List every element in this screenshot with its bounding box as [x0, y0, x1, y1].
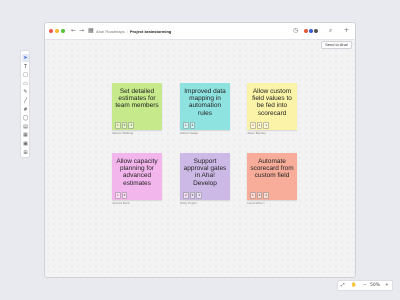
close-window-button[interactable] [49, 29, 53, 33]
sticky-note[interactable]: Improved data mapping in automation rule… [180, 83, 230, 130]
vote-badges: 13 [115, 192, 128, 199]
vote-count-badge[interactable]: 3 [189, 192, 196, 199]
breadcrumb-parent[interactable]: Aha! Roadmaps [96, 29, 125, 34]
sticky-note-icon[interactable]: ▭ [22, 80, 29, 88]
note-author: Gilbert Nwaje [180, 131, 199, 135]
sticky-note-text: Set detailed estimates for team members [115, 88, 159, 110]
table-icon[interactable]: ▤ [22, 123, 29, 131]
zoom-controls: ⤢ ✋ − 50% + [337, 280, 393, 291]
vote-badges: 131 [250, 192, 270, 199]
note-author: Jason Bentley [247, 131, 266, 135]
arrow-pointer-icon[interactable]: ➤ [22, 54, 29, 62]
vote-badges: 131 [115, 122, 135, 129]
back-arrow-icon[interactable]: ← [71, 26, 76, 36]
sticky-note-text: Improved data mapping in automation rule… [184, 88, 226, 117]
sticky-note[interactable]: Set detailed estimates for team members 1… [112, 83, 162, 130]
zoom-in-button[interactable]: + [385, 283, 389, 289]
minimize-window-button[interactable] [55, 29, 59, 33]
search-icon[interactable]: ⌕ [329, 26, 332, 36]
forward-arrow-icon[interactable]: → [79, 26, 84, 36]
breadcrumb: Aha! Roadmaps / Project brainstorming [96, 29, 171, 34]
vote-count-badge[interactable]: 1 [115, 122, 121, 129]
zoom-out-button[interactable]: − [363, 283, 367, 289]
board-icon: ▦ [88, 27, 94, 34]
vote-count-badge[interactable]: 2 [250, 122, 256, 129]
vote-count-badge[interactable]: 4 [189, 122, 196, 129]
note-author: Nicky Knight [180, 201, 197, 205]
title-bar: ← → ▦ Aha! Roadmaps / Project brainstormin… [45, 23, 355, 40]
sticky-note-text: Automate scorecard from custom field [250, 158, 294, 180]
vote-badges: 211 [250, 122, 270, 129]
app-window: ← → ▦ Aha! Roadmaps / Project brainstormin… [44, 22, 356, 278]
sticky-note-text: Support approval gates in Aha! Develop [183, 158, 227, 187]
vote-badges: 231 [183, 192, 203, 199]
send-to-aha-button[interactable]: Send to Aha! [321, 41, 352, 49]
sticky-note-text: Allow capacity planning for advanced est… [116, 158, 158, 187]
vote-count-badge[interactable]: 1 [263, 192, 270, 199]
vote-count-badge[interactable]: 1 [250, 192, 256, 199]
vote-count-badge[interactable]: 1 [196, 192, 203, 199]
sticky-note[interactable]: Automate scorecard from custom field 1 3 1 [247, 153, 297, 200]
note-author: Laura Wilson [247, 201, 265, 205]
vote-count-badge[interactable]: 1 [263, 122, 270, 129]
sticky-note[interactable]: Support approval gates in Aha! Develop 2 3… [180, 153, 230, 200]
vote-count-badge[interactable]: 3 [121, 122, 128, 129]
comment-icon[interactable]: ◯ [22, 114, 29, 122]
zoom-level[interactable]: 50% [370, 283, 380, 289]
vote-count-badge[interactable]: 1 [115, 192, 121, 199]
text-icon[interactable]: T [22, 63, 29, 71]
history-icon[interactable]: ◷ [293, 26, 298, 36]
embed-icon[interactable]: ⊞ [22, 149, 29, 157]
add-icon[interactable]: + [344, 26, 349, 36]
line-icon[interactable]: ╱ [22, 97, 29, 105]
page-title: Project brainstorming [129, 29, 172, 34]
pen-icon[interactable]: ✎ [22, 88, 29, 96]
sticky-note[interactable]: Allow capacity planning for advanced est… [112, 153, 162, 200]
vote-badges: 14 [183, 122, 196, 129]
expand-icon[interactable]: ⤢ [341, 283, 345, 289]
square-icon[interactable]: □ [22, 71, 29, 79]
sticky-note[interactable]: Allow custom field values to be fed into… [247, 83, 297, 130]
vote-count-badge[interactable]: 2 [183, 192, 189, 199]
note-author: Jessica Beck [112, 201, 130, 205]
maximize-window-button[interactable] [61, 29, 65, 33]
note-author: Alberto Whitting [112, 131, 134, 135]
vote-count-badge[interactable]: 3 [256, 192, 263, 199]
sticky-note-text: Allow custom field values to be fed into… [252, 88, 292, 117]
hand-icon[interactable]: ✋ [351, 283, 357, 289]
drawing-toolbar: ➤ T □ ▭ ✎ ╱ # ◯ ▤ ▦ ▣ ⊞ [20, 50, 30, 158]
frame-icon[interactable]: # [22, 106, 29, 114]
vote-count-badge[interactable]: 3 [121, 192, 128, 199]
grid-icon[interactable]: ▦ [22, 131, 29, 139]
image-icon[interactable]: ▣ [22, 140, 29, 148]
avatar[interactable] [313, 28, 319, 34]
vote-count-badge[interactable]: 1 [128, 122, 135, 129]
vote-count-badge[interactable]: 1 [183, 122, 189, 129]
vote-count-badge[interactable]: 1 [256, 122, 263, 129]
